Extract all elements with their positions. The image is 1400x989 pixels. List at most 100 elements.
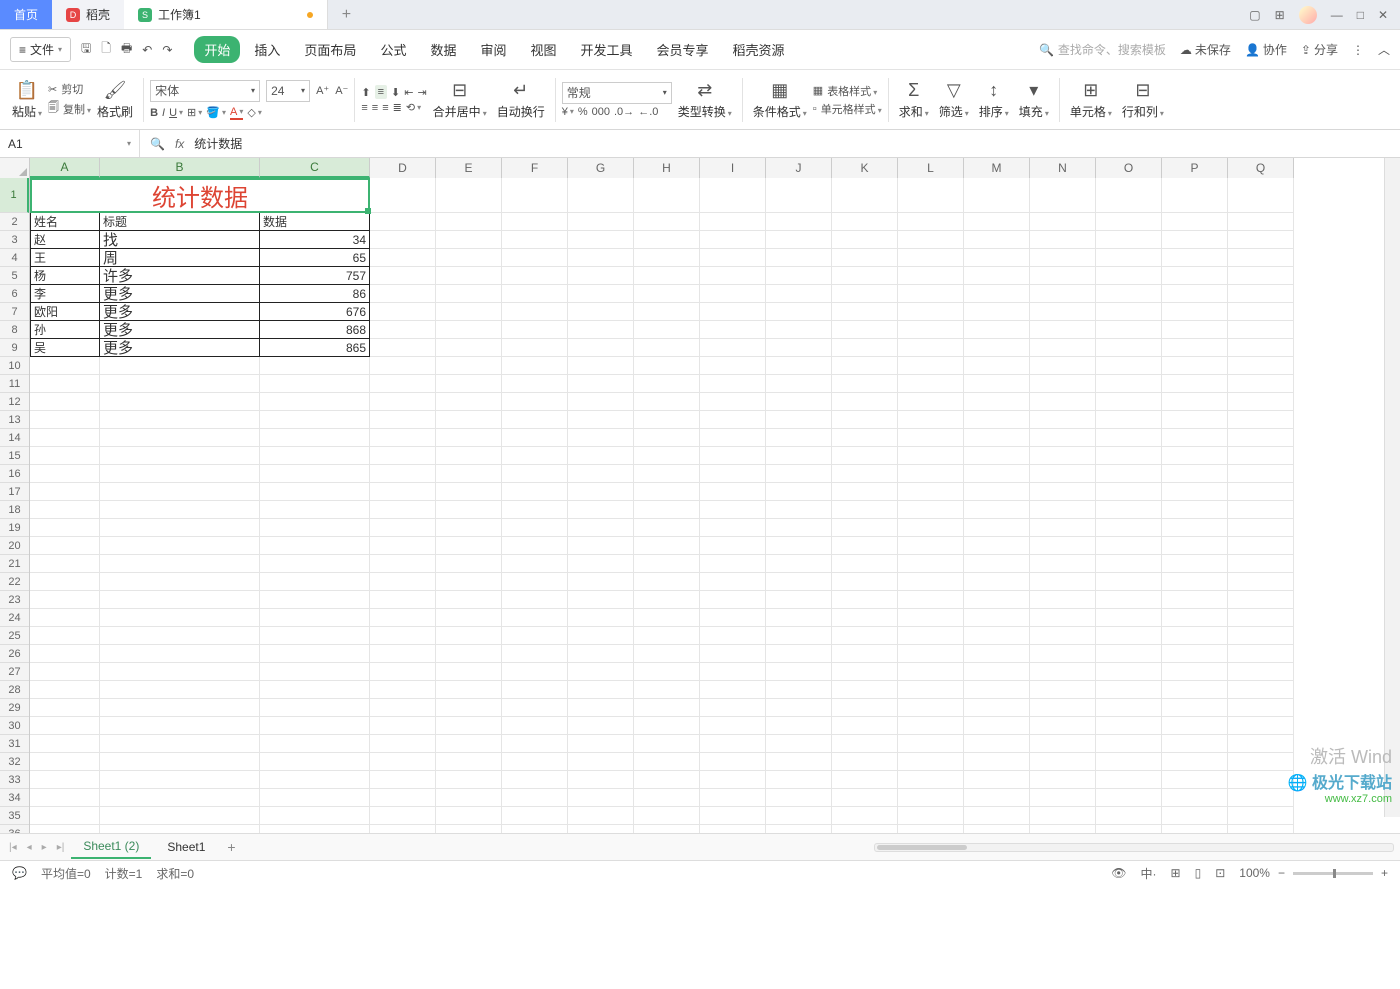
cell[interactable]: [436, 501, 502, 519]
row-header[interactable]: 31: [0, 735, 29, 753]
cell[interactable]: [502, 789, 568, 807]
orientation-icon[interactable]: ⟲: [406, 101, 421, 114]
cell[interactable]: [634, 519, 700, 537]
cell[interactable]: [634, 591, 700, 609]
cell[interactable]: [502, 807, 568, 825]
cell[interactable]: [568, 429, 634, 447]
zoom-in-icon[interactable]: +: [1381, 866, 1388, 880]
cell[interactable]: [634, 627, 700, 645]
cell[interactable]: [436, 285, 502, 303]
cell[interactable]: [1228, 178, 1294, 213]
cell[interactable]: [1096, 807, 1162, 825]
file-menu[interactable]: ≡ 文件 ▾: [10, 37, 71, 62]
cell[interactable]: [1162, 285, 1228, 303]
cell[interactable]: [832, 573, 898, 591]
cell[interactable]: [30, 537, 100, 555]
cell[interactable]: [898, 249, 964, 267]
cell[interactable]: [700, 825, 766, 833]
cell[interactable]: 欧阳: [30, 303, 100, 321]
cell[interactable]: [964, 663, 1030, 681]
cell[interactable]: [898, 609, 964, 627]
row-header[interactable]: 35: [0, 807, 29, 825]
cell[interactable]: [898, 231, 964, 249]
cell[interactable]: [370, 249, 436, 267]
cell[interactable]: [1096, 447, 1162, 465]
cell[interactable]: [1030, 753, 1096, 771]
cell[interactable]: [1162, 213, 1228, 231]
close-button[interactable]: ✕: [1378, 8, 1388, 22]
cell[interactable]: [700, 285, 766, 303]
cell[interactable]: [634, 699, 700, 717]
cell[interactable]: [700, 321, 766, 339]
collab-link[interactable]: 👤协作: [1245, 41, 1287, 58]
cell[interactable]: [634, 573, 700, 591]
cell[interactable]: 杨: [30, 267, 100, 285]
row-header[interactable]: 14: [0, 429, 29, 447]
cell[interactable]: [1162, 681, 1228, 699]
cell[interactable]: [502, 231, 568, 249]
cell[interactable]: [634, 789, 700, 807]
cell[interactable]: [1228, 825, 1294, 833]
cell[interactable]: [1228, 681, 1294, 699]
cell[interactable]: [1162, 717, 1228, 735]
paste-button[interactable]: 📋 粘贴: [8, 80, 46, 120]
cell[interactable]: [766, 178, 832, 213]
cell[interactable]: [832, 501, 898, 519]
cell[interactable]: [502, 645, 568, 663]
tab-start[interactable]: 开始: [194, 36, 240, 63]
cell[interactable]: [964, 483, 1030, 501]
cell[interactable]: [1030, 537, 1096, 555]
cell[interactable]: [964, 753, 1030, 771]
cell[interactable]: [502, 357, 568, 375]
cell[interactable]: [502, 429, 568, 447]
cell[interactable]: [100, 375, 260, 393]
cell[interactable]: [30, 717, 100, 735]
cell[interactable]: [30, 699, 100, 717]
cell[interactable]: [1030, 807, 1096, 825]
cell[interactable]: [568, 411, 634, 429]
cell[interactable]: [700, 249, 766, 267]
cell[interactable]: 赵: [30, 231, 100, 249]
cell[interactable]: [634, 681, 700, 699]
cell[interactable]: [568, 573, 634, 591]
cell[interactable]: [436, 267, 502, 285]
cell[interactable]: [700, 591, 766, 609]
row-header[interactable]: 36: [0, 825, 29, 833]
cell[interactable]: [832, 465, 898, 483]
percent-icon[interactable]: %: [578, 106, 588, 118]
cell[interactable]: [568, 771, 634, 789]
cell[interactable]: [832, 249, 898, 267]
cell[interactable]: [30, 411, 100, 429]
cell[interactable]: [898, 357, 964, 375]
redo-icon[interactable]: ↷: [162, 43, 172, 57]
cell[interactable]: [898, 789, 964, 807]
cell[interactable]: [370, 681, 436, 699]
cell[interactable]: [700, 645, 766, 663]
cell[interactable]: [370, 645, 436, 663]
cell[interactable]: [568, 178, 634, 213]
cell[interactable]: [260, 483, 370, 501]
copy-button[interactable]: 🗐复制: [48, 99, 91, 118]
cell[interactable]: [30, 447, 100, 465]
cell[interactable]: [964, 249, 1030, 267]
col-header-H[interactable]: H: [634, 158, 700, 178]
cell[interactable]: [1096, 609, 1162, 627]
cell[interactable]: [568, 231, 634, 249]
cell[interactable]: [436, 178, 502, 213]
col-header-N[interactable]: N: [1030, 158, 1096, 178]
fill-button[interactable]: ▾填充: [1015, 80, 1053, 120]
cell[interactable]: [1162, 663, 1228, 681]
cell[interactable]: [1030, 627, 1096, 645]
cells[interactable]: 统计数据姓名标题数据赵找34王周65杨许多757李更多86欧阳更多676孙更多8…: [30, 178, 1294, 833]
cell[interactable]: [502, 681, 568, 699]
cell[interactable]: [1096, 537, 1162, 555]
cell[interactable]: [766, 537, 832, 555]
cell[interactable]: [964, 285, 1030, 303]
cell[interactable]: [260, 573, 370, 591]
cell[interactable]: [436, 609, 502, 627]
tab-docker-res[interactable]: 稻壳资源: [723, 36, 795, 63]
title-merged-cell[interactable]: 统计数据: [30, 178, 370, 213]
cell[interactable]: [436, 555, 502, 573]
cell[interactable]: [260, 591, 370, 609]
cell[interactable]: [898, 339, 964, 357]
